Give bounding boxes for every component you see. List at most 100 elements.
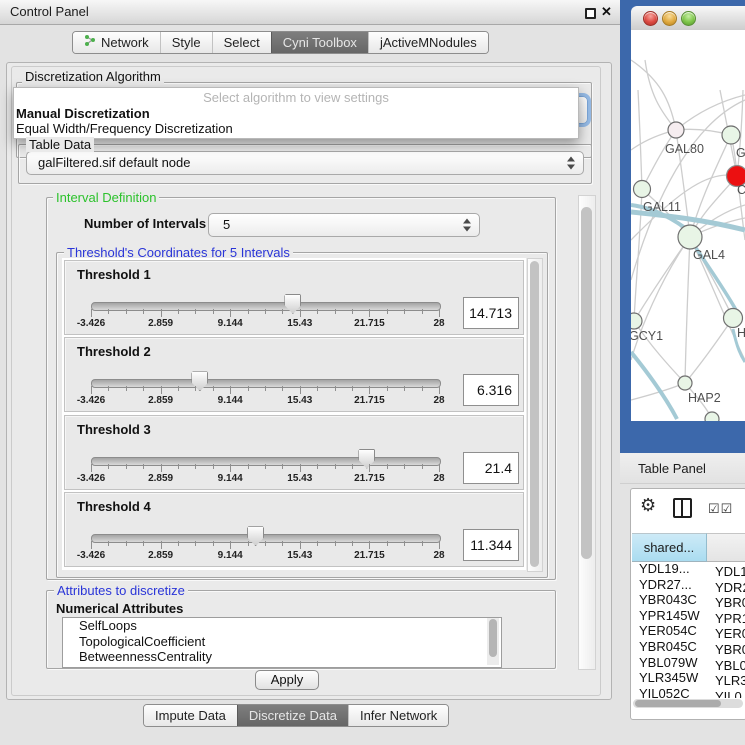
interval-definition-group-title: Interval Definition: [53, 190, 159, 205]
number-of-intervals-combobox[interactable]: 5: [208, 213, 480, 237]
panel-scrollbar[interactable]: [578, 195, 596, 670]
threshold-panel: Threshold 2 -3.4262.8599.14415.4321.71528: [64, 337, 524, 412]
tab-select[interactable]: Select: [212, 32, 271, 53]
cyni-mode-tabs: Impute Data Discretize Data Infer Networ…: [143, 704, 449, 727]
table-row[interactable]: YDL19...YDL1: [632, 561, 745, 577]
attribute-item[interactable]: SelfLoops: [63, 618, 501, 634]
float-window-icon[interactable]: [585, 8, 596, 19]
node-label-partial-right: H: [737, 326, 745, 340]
threshold-label: Threshold 4: [77, 499, 151, 514]
tab-impute-data[interactable]: Impute Data: [144, 705, 237, 726]
threshold-value-field[interactable]: [463, 529, 519, 561]
control-panel-tabs: Network Style Select Cyni Toolbox jActiv…: [72, 31, 489, 54]
combo-arrows-icon: [567, 157, 575, 170]
table-row[interactable]: YER054CYER0: [632, 623, 745, 639]
table-rows: YDL19...YDL1YDR27...YDR2YBR043CYBR0YPR14…: [632, 561, 745, 698]
node-gal11[interactable]: [634, 181, 651, 198]
numerical-attributes-list: SelfLoopsTopologicalCoefficientBetweenne…: [62, 617, 502, 668]
node-label-gcy1: GCY1: [631, 329, 663, 343]
tab-network[interactable]: Network: [73, 32, 160, 53]
threshold-panel: Threshold 1 -3.4262.8599.14415.4321.71528: [64, 260, 524, 335]
network-window-titlebar[interactable]: [631, 6, 745, 31]
algorithm-option-manual[interactable]: Manual Discretization: [15, 106, 150, 121]
table-row[interactable]: YBL079WYBL0: [632, 655, 745, 671]
threshold-value-field[interactable]: [463, 374, 519, 406]
node-gcy1[interactable]: [631, 313, 642, 329]
tab-discretize-data-label: Discretize Data: [249, 705, 337, 726]
node-label-partial-top: GA: [736, 146, 745, 160]
threshold-panel: Threshold 3 -3.4262.8599.14415.4321.71528: [64, 415, 524, 490]
settings-gear-icon[interactable]: ⚙: [640, 496, 656, 514]
slider-tick-labels: -3.4262.8599.14415.4321.71528: [65, 473, 523, 485]
number-of-intervals-value: 5: [209, 214, 479, 236]
control-panel-titlebar: Control Panel ✕: [0, 0, 620, 25]
algorithm-dropdown-popup: Select algorithm to view settings Manual…: [13, 87, 579, 139]
tab-select-label: Select: [224, 32, 260, 53]
node-label-partial-red: C: [737, 183, 745, 197]
tab-jactivemnodules[interactable]: jActiveMNodules: [368, 32, 488, 53]
combo-arrows-icon: [463, 219, 471, 232]
maximize-traffic-light-icon[interactable]: [681, 11, 696, 26]
threshold-value-field[interactable]: [463, 452, 519, 484]
attributes-list-scrollbar[interactable]: [487, 618, 499, 665]
node-label-gal80: GAL80: [665, 142, 704, 156]
network-view[interactable]: GAL80 GAL11 GAL4 GCY1 HAP2 GA C H: [631, 30, 745, 421]
attribute-item[interactable]: TopologicalCoefficient: [63, 634, 501, 650]
tab-discretize-data[interactable]: Discretize Data: [237, 705, 348, 726]
table-data-selected-value: galFiltered.sif default node: [27, 152, 583, 174]
table-row[interactable]: YDR27...YDR2: [632, 577, 745, 593]
minimize-traffic-light-icon[interactable]: [662, 11, 677, 26]
column-layout-icon[interactable]: [673, 498, 692, 518]
threshold-label: Threshold 1: [77, 267, 151, 282]
numerical-attributes-label: Numerical Attributes: [56, 601, 183, 616]
number-of-intervals-label: Number of Intervals: [84, 216, 206, 231]
threshold-panel: Threshold 4 -3.4262.8599.14415.4321.71528: [64, 492, 524, 567]
table-data-group-title: Table Data: [26, 137, 94, 152]
node-hap2[interactable]: [678, 376, 692, 390]
algorithm-placeholder-option[interactable]: Select algorithm to view settings: [14, 90, 578, 105]
threshold-label: Threshold 2: [77, 344, 151, 359]
node-top-right[interactable]: [722, 126, 740, 144]
tab-impute-data-label: Impute Data: [155, 705, 226, 726]
apply-button[interactable]: Apply: [255, 670, 319, 690]
table-row[interactable]: YBR045CYBR0: [632, 639, 745, 655]
node-label-gal4: GAL4: [693, 248, 725, 262]
network-icon: [84, 32, 96, 53]
node-gal4[interactable]: [678, 225, 702, 249]
node-gal80[interactable]: [668, 122, 684, 138]
node-label-hap2: HAP2: [688, 391, 721, 405]
threshold-label: Threshold 3: [77, 422, 151, 437]
table-row[interactable]: YIL052CYIL0: [632, 686, 745, 698]
slider-tick-labels: -3.4262.8599.14415.4321.71528: [65, 550, 523, 562]
tab-cyni-toolbox[interactable]: Cyni Toolbox: [271, 32, 368, 53]
node-label-gal11: GAL11: [643, 200, 681, 214]
threshold-stack: Threshold 1 -3.4262.8599.14415.4321.71528…: [62, 258, 526, 570]
panel-title: Control Panel: [10, 4, 89, 19]
threshold-value-field[interactable]: [463, 297, 519, 329]
tab-cyni-toolbox-label: Cyni Toolbox: [283, 32, 357, 53]
slider-tick-labels: -3.4262.8599.14415.4321.71528: [65, 395, 523, 407]
attributes-group-title: Attributes to discretize: [54, 583, 188, 598]
select-columns-checkboxes-icon[interactable]: ☑☑: [708, 501, 733, 517]
close-icon[interactable]: ✕: [601, 4, 612, 20]
algorithm-option-equal-width[interactable]: Equal Width/Frequency Discretization: [15, 121, 233, 136]
close-traffic-light-icon[interactable]: [643, 11, 658, 26]
table-data-combobox[interactable]: galFiltered.sif default node: [26, 151, 584, 175]
attribute-item[interactable]: BetweennessCentrality: [63, 649, 501, 665]
table-row[interactable]: YBR043CYBR0: [632, 592, 745, 608]
tab-network-label: Network: [101, 32, 149, 53]
table-row[interactable]: YLR345WYLR3: [632, 670, 745, 686]
tab-infer-network[interactable]: Infer Network: [348, 705, 448, 726]
column-header-shared-name[interactable]: shared...: [632, 533, 707, 562]
table-horizontal-scrollbar[interactable]: [633, 699, 743, 708]
thresholds-scrollbar[interactable]: [527, 258, 543, 572]
tab-infer-network-label: Infer Network: [360, 705, 437, 726]
tab-style[interactable]: Style: [160, 32, 212, 53]
table-panel-title: Table Panel: [638, 461, 706, 476]
slider-tick-labels: -3.4262.8599.14415.4321.71528: [65, 318, 523, 330]
node-bottom[interactable]: [705, 412, 719, 421]
column-header-name[interactable]: n: [707, 533, 745, 562]
node-right-mid[interactable]: [724, 309, 743, 328]
table-panel-header: Table Panel: [620, 453, 745, 484]
table-row[interactable]: YPR145WYPR1: [632, 608, 745, 624]
